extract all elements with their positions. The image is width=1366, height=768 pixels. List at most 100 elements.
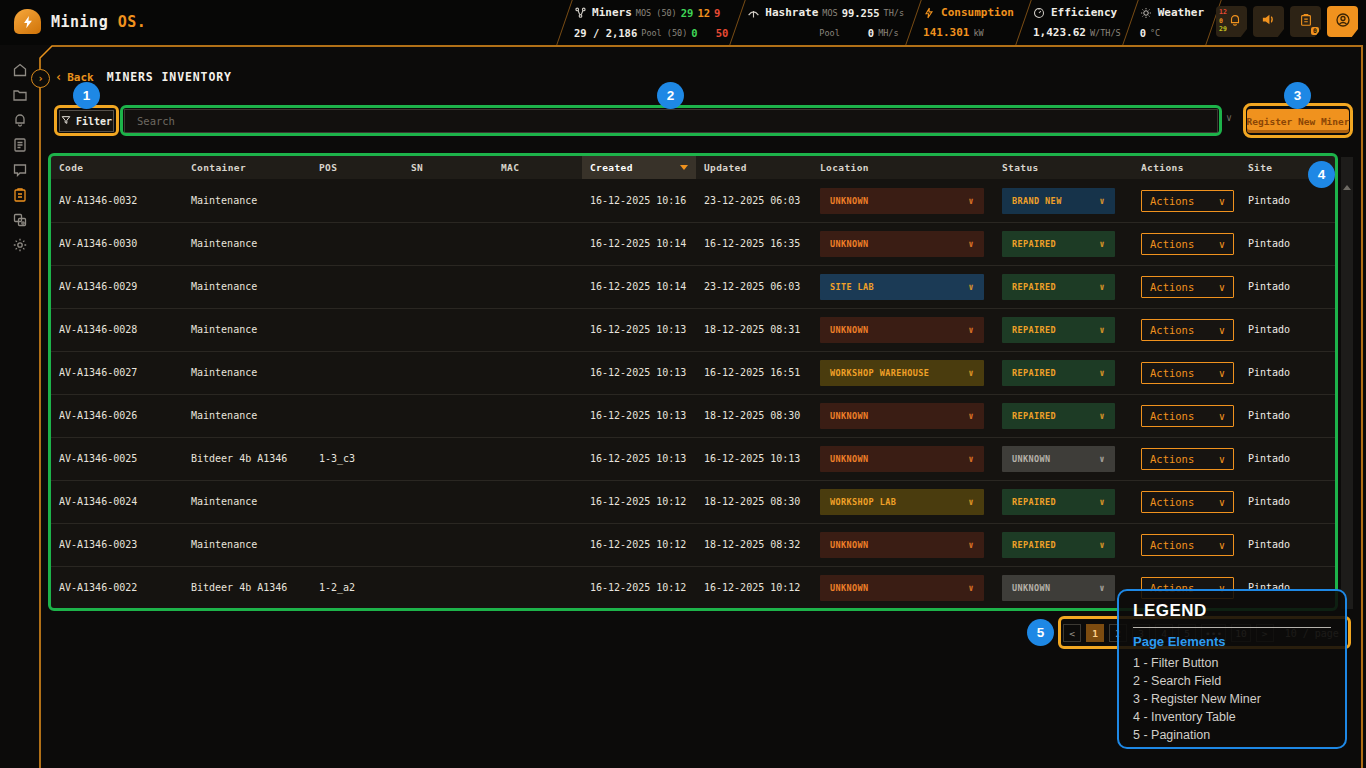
status-dropdown[interactable]: REPAIRED∨ <box>1002 532 1115 558</box>
status-dropdown[interactable]: REPAIRED∨ <box>1002 489 1115 515</box>
legend-title: LEGEND <box>1133 601 1331 621</box>
status-dropdown[interactable]: REPAIRED∨ <box>1002 231 1115 257</box>
location-dropdown[interactable]: UNKNOWN∨ <box>820 231 984 257</box>
top-header: Mining OS. Miners MOS (50) 29 12 9 29 / … <box>0 0 1366 45</box>
sidebar-chat-icon[interactable] <box>12 161 29 178</box>
search-chevron-icon[interactable]: ∨ <box>1226 112 1232 123</box>
col-created-sorted[interactable]: Created <box>582 156 696 179</box>
legend-item: 1 - Filter Button <box>1133 654 1331 672</box>
location-dropdown[interactable]: UNKNOWN∨ <box>820 446 984 472</box>
status-dropdown[interactable]: BRAND NEW∨ <box>1002 188 1115 214</box>
sidebar-expand-button[interactable]: › <box>31 69 50 88</box>
status-dropdown[interactable]: UNKNOWN∨ <box>1002 575 1115 601</box>
status-dropdown[interactable]: REPAIRED∨ <box>1002 274 1115 300</box>
sidebar-document-icon[interactable] <box>12 136 29 153</box>
miners-mos-ok: 29 <box>681 6 694 20</box>
cell-updated: 23-12-2025 06:03 <box>696 277 812 297</box>
actions-dropdown[interactable]: Actions∨ <box>1141 405 1234 427</box>
col-sn[interactable]: SN <box>403 162 493 173</box>
sidebar-assets-icon[interactable] <box>12 211 29 228</box>
cell-pos: 1-3_c3 <box>311 449 403 469</box>
actions-dropdown[interactable]: Actions∨ <box>1141 491 1234 513</box>
sound-button[interactable] <box>1253 6 1284 37</box>
table-row[interactable]: AV-A1346-0027 Maintenance 16-12-2025 10:… <box>51 351 1336 394</box>
tasks-badge: 0 <box>1311 27 1319 35</box>
table-row[interactable]: AV-A1346-0030 Maintenance 16-12-2025 10:… <box>51 222 1336 265</box>
actions-dropdown[interactable]: Actions∨ <box>1141 190 1234 212</box>
actions-dropdown[interactable]: Actions∨ <box>1141 448 1234 470</box>
cell-pos: 1-2_a2 <box>311 578 403 598</box>
cell-site: Pintado <box>1240 191 1336 211</box>
notifications-button[interactable]: 12 0 29 <box>1216 6 1247 37</box>
cell-container: Maintenance <box>183 406 311 426</box>
chevron-down-icon: ∨ <box>1219 492 1225 512</box>
pagination-page-1[interactable]: 1 <box>1086 624 1104 642</box>
filter-button[interactable]: Filter <box>59 110 114 132</box>
col-updated[interactable]: Updated <box>696 162 812 173</box>
app-logo[interactable]: Mining OS. <box>14 9 146 34</box>
actions-dropdown[interactable]: Actions∨ <box>1141 534 1234 556</box>
table-row[interactable]: AV-A1346-0023 Maintenance 16-12-2025 10:… <box>51 523 1336 566</box>
sidebar-folder-icon[interactable] <box>12 86 29 103</box>
legend-subtitle: Page Elements <box>1133 634 1331 649</box>
chevron-down-icon: ∨ <box>968 363 974 383</box>
location-dropdown[interactable]: UNKNOWN∨ <box>820 532 984 558</box>
cell-site: Pintado <box>1240 363 1336 383</box>
table-row[interactable]: AV-A1346-0029 Maintenance 16-12-2025 10:… <box>51 265 1336 308</box>
notification-counts: 12 0 29 <box>1219 8 1227 34</box>
location-dropdown[interactable]: SITE LAB∨ <box>820 274 984 300</box>
location-dropdown[interactable]: WORKSHOP WAREHOUSE∨ <box>820 360 984 386</box>
col-actions[interactable]: Actions <box>1128 162 1240 173</box>
chevron-left-icon: ‹ <box>55 70 62 84</box>
col-container[interactable]: Container <box>183 162 311 173</box>
stat-consumption: Consumption 141.301 kW <box>914 0 1023 45</box>
cell-created: 16-12-2025 10:13 <box>582 449 696 469</box>
location-dropdown[interactable]: UNKNOWN∨ <box>820 188 984 214</box>
col-location[interactable]: Location <box>812 162 994 173</box>
chevron-down-icon: ∨ <box>1219 449 1225 469</box>
actions-dropdown[interactable]: Actions∨ <box>1141 276 1234 298</box>
actions-dropdown[interactable]: Actions∨ <box>1141 319 1234 341</box>
location-dropdown[interactable]: WORKSHOP LAB∨ <box>820 489 984 515</box>
status-dropdown[interactable]: REPAIRED∨ <box>1002 360 1115 386</box>
table-scrollbar[interactable] <box>1341 157 1353 609</box>
scroll-up-arrow[interactable] <box>1343 185 1351 190</box>
cell-site: Pintado <box>1240 535 1336 555</box>
sidebar-settings-icon[interactable] <box>12 236 29 253</box>
actions-dropdown[interactable]: Actions∨ <box>1141 362 1234 384</box>
status-dropdown[interactable]: REPAIRED∨ <box>1002 317 1115 343</box>
cell-code: AV-A1346-0025 <box>51 449 183 469</box>
col-code[interactable]: Code <box>51 162 183 173</box>
location-dropdown[interactable]: UNKNOWN∨ <box>820 317 984 343</box>
cell-container: Maintenance <box>183 277 311 297</box>
account-button[interactable] <box>1327 6 1358 37</box>
cell-site: Pintado <box>1240 234 1336 254</box>
actions-dropdown[interactable]: Actions∨ <box>1141 233 1234 255</box>
col-mac[interactable]: MAC <box>493 162 582 173</box>
search-input[interactable]: Search <box>124 109 1218 133</box>
cell-site: Pintado <box>1240 449 1336 469</box>
cell-created: 16-12-2025 10:12 <box>582 578 696 598</box>
tasks-button[interactable]: 0 <box>1290 6 1321 37</box>
cell-updated: 23-12-2025 06:03 <box>696 191 812 211</box>
register-new-miner-button[interactable]: Register New Miner <box>1247 109 1349 133</box>
sidebar-inventory-icon[interactable] <box>12 186 29 203</box>
col-pos[interactable]: POS <box>311 162 403 173</box>
table-row[interactable]: AV-A1346-0028 Maintenance 16-12-2025 10:… <box>51 308 1336 351</box>
status-dropdown[interactable]: REPAIRED∨ <box>1002 403 1115 429</box>
table-row[interactable]: AV-A1346-0024 Maintenance 16-12-2025 10:… <box>51 480 1336 523</box>
table-row[interactable]: AV-A1346-0025 Bitdeer 4b A1346 1-3_c3 16… <box>51 437 1336 480</box>
hashrate-label: Hashrate <box>765 6 818 20</box>
table-row[interactable]: AV-A1346-0026 Maintenance 16-12-2025 10:… <box>51 394 1336 437</box>
sidebar-home-icon[interactable] <box>12 61 29 78</box>
col-status[interactable]: Status <box>994 162 1128 173</box>
table-row[interactable]: AV-A1346-0032 Maintenance 16-12-2025 10:… <box>51 179 1336 222</box>
chevron-down-icon: ∨ <box>968 535 974 555</box>
location-dropdown[interactable]: UNKNOWN∨ <box>820 575 984 601</box>
pagination-prev-button[interactable]: < <box>1063 624 1081 642</box>
sidebar-bell-icon[interactable] <box>12 111 29 128</box>
location-dropdown[interactable]: UNKNOWN∨ <box>820 403 984 429</box>
chevron-down-icon: ∨ <box>1219 234 1225 254</box>
chevron-down-icon: ∨ <box>968 406 974 426</box>
status-dropdown[interactable]: UNKNOWN∨ <box>1002 446 1115 472</box>
